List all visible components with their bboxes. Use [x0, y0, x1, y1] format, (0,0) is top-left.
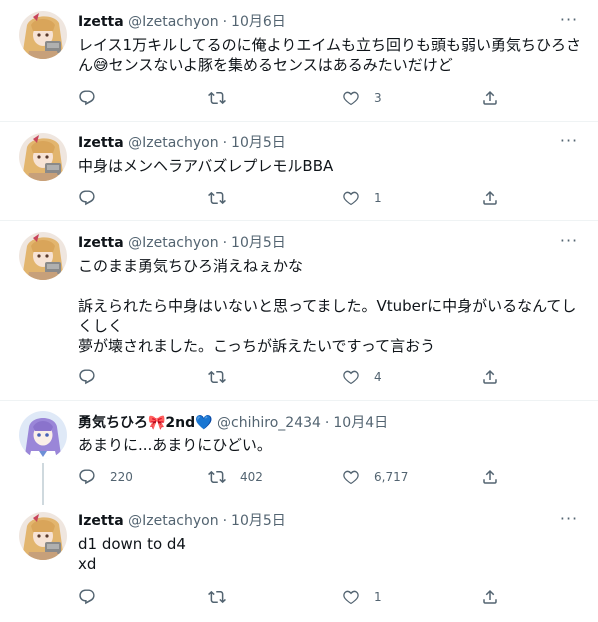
tweet-header: Izetta @Izetachyon · 10月5日 [78, 233, 286, 253]
like-button[interactable]: 3 [342, 88, 382, 108]
avatar[interactable] [19, 512, 67, 560]
reply-button[interactable]: 220 [78, 467, 133, 487]
tweet[interactable]: Izetta @Izetachyon · 10月5日 ··· このまま勇気ちひろ消え… [0, 221, 598, 400]
user-handle[interactable]: @Izetachyon [128, 135, 218, 151]
retweet-button[interactable] [208, 88, 240, 108]
separator-dot: · [222, 135, 228, 151]
tweet-text: レイス1万キルしてるのに俺よりエイムも立ち回りも頭も弱い勇気ちひろさん😅センスな… [78, 36, 582, 74]
more-icon[interactable]: ··· [558, 511, 580, 531]
display-name[interactable]: Izetta [78, 235, 124, 251]
reply-icon [79, 469, 95, 485]
tweet-text: d1 down to d4 xd [78, 535, 186, 573]
tweet-actions: 1 [78, 188, 498, 208]
tweet-text: あまりに...あまりにひどい。 [78, 436, 272, 454]
like-count: 3 [374, 91, 382, 105]
separator-dot: · [222, 235, 228, 251]
share-icon [483, 469, 497, 484]
avatar[interactable] [19, 133, 67, 181]
reply-button[interactable] [78, 188, 110, 208]
retweet-icon [208, 470, 226, 484]
retweet-button[interactable] [208, 367, 240, 387]
heart-icon [343, 91, 359, 106]
tweet-actions: 4 [78, 367, 498, 387]
like-count: 1 [374, 191, 382, 205]
tweet-actions: 220 402 6,717 [78, 467, 498, 487]
share-button[interactable] [481, 587, 499, 607]
user-handle[interactable]: @chihiro_2434 [217, 415, 321, 431]
display-name[interactable]: Izetta [78, 14, 124, 30]
user-handle[interactable]: @Izetachyon [128, 235, 218, 251]
display-name[interactable]: Izetta [78, 135, 124, 151]
tweet-header: Izetta @Izetachyon · 10月5日 [78, 133, 286, 153]
like-count: 6,717 [374, 470, 409, 484]
reply-count: 220 [110, 470, 133, 484]
heart-icon [343, 470, 359, 485]
retweet-icon [208, 191, 226, 205]
like-button[interactable]: 4 [342, 367, 382, 387]
like-count: 1 [374, 590, 382, 604]
retweet-count: 402 [240, 470, 263, 484]
reply-icon [79, 90, 95, 106]
heart-icon [343, 191, 359, 206]
retweet-icon [208, 370, 226, 384]
share-icon [483, 90, 497, 105]
more-icon[interactable]: ··· [558, 12, 580, 32]
separator-dot: · [222, 513, 228, 529]
reply-button[interactable] [78, 587, 110, 607]
tweet-actions: 1 [78, 587, 498, 607]
tweet[interactable]: Izetta @Izetachyon · 10月6日 ··· レイス1万キルしてるの… [0, 0, 598, 121]
retweet-button[interactable]: 402 [208, 467, 263, 487]
share-button[interactable] [481, 188, 499, 208]
share-button[interactable] [481, 367, 499, 387]
retweet-button[interactable] [208, 587, 240, 607]
timestamp[interactable]: 10月4日 [333, 415, 388, 431]
thread-connector [42, 463, 44, 505]
like-count: 4 [374, 370, 382, 384]
tweet-feed: Izetta @Izetachyon · 10月6日 ··· レイス1万キルしてるの… [0, 0, 598, 622]
timestamp[interactable]: 10月6日 [231, 14, 286, 30]
timestamp[interactable]: 10月5日 [231, 513, 286, 529]
share-icon [483, 369, 497, 384]
reply-icon [79, 190, 95, 206]
share-button[interactable] [481, 88, 499, 108]
avatar[interactable] [19, 11, 67, 59]
like-button[interactable]: 1 [342, 188, 382, 208]
tweet-header: Izetta @Izetachyon · 10月5日 [78, 511, 286, 531]
like-button[interactable]: 6,717 [342, 467, 408, 487]
user-handle[interactable]: @Izetachyon [128, 14, 218, 30]
share-icon [483, 589, 497, 604]
heart-icon [343, 590, 359, 605]
reply-icon [79, 589, 95, 605]
retweet-icon [208, 590, 226, 604]
display-name[interactable]: 勇気ちひろ🎀2nd💙 [78, 415, 213, 431]
heart-icon [343, 370, 359, 385]
tweet-actions: 3 [78, 88, 498, 108]
share-icon [483, 190, 497, 205]
tweet[interactable]: Izetta @Izetachyon · 10月5日 ··· d1 down to … [0, 501, 598, 622]
more-icon[interactable]: ··· [558, 233, 580, 253]
share-button[interactable] [481, 467, 499, 487]
avatar[interactable] [19, 411, 67, 459]
tweet-header: 勇気ちひろ🎀2nd💙 @chihiro_2434 · 10月4日 [78, 413, 388, 433]
reply-button[interactable] [78, 88, 110, 108]
timestamp[interactable]: 10月5日 [231, 235, 286, 251]
reply-icon [79, 369, 95, 385]
retweet-button[interactable] [208, 188, 240, 208]
avatar[interactable] [19, 232, 67, 280]
tweet-text: このまま勇気ちひろ消えねぇかな 訴えられたら中身はいないと思ってました。Vtub… [78, 257, 577, 355]
more-icon[interactable]: ··· [558, 133, 580, 153]
like-button[interactable]: 1 [342, 587, 382, 607]
tweet[interactable]: 勇気ちひろ🎀2nd💙 @chihiro_2434 · 10月4日 あまりに...あま… [0, 401, 598, 505]
separator-dot: · [222, 14, 228, 30]
tweet-text: 中身はメンヘラアバズレプレモルBBA [78, 157, 334, 175]
timestamp[interactable]: 10月5日 [231, 135, 286, 151]
display-name[interactable]: Izetta [78, 513, 124, 529]
reply-button[interactable] [78, 367, 110, 387]
tweet-header: Izetta @Izetachyon · 10月6日 [78, 12, 286, 32]
retweet-icon [208, 91, 226, 105]
separator-dot: · [324, 415, 330, 431]
tweet[interactable]: Izetta @Izetachyon · 10月5日 ··· 中身はメンヘラアバズレ… [0, 122, 598, 220]
user-handle[interactable]: @Izetachyon [128, 513, 218, 529]
